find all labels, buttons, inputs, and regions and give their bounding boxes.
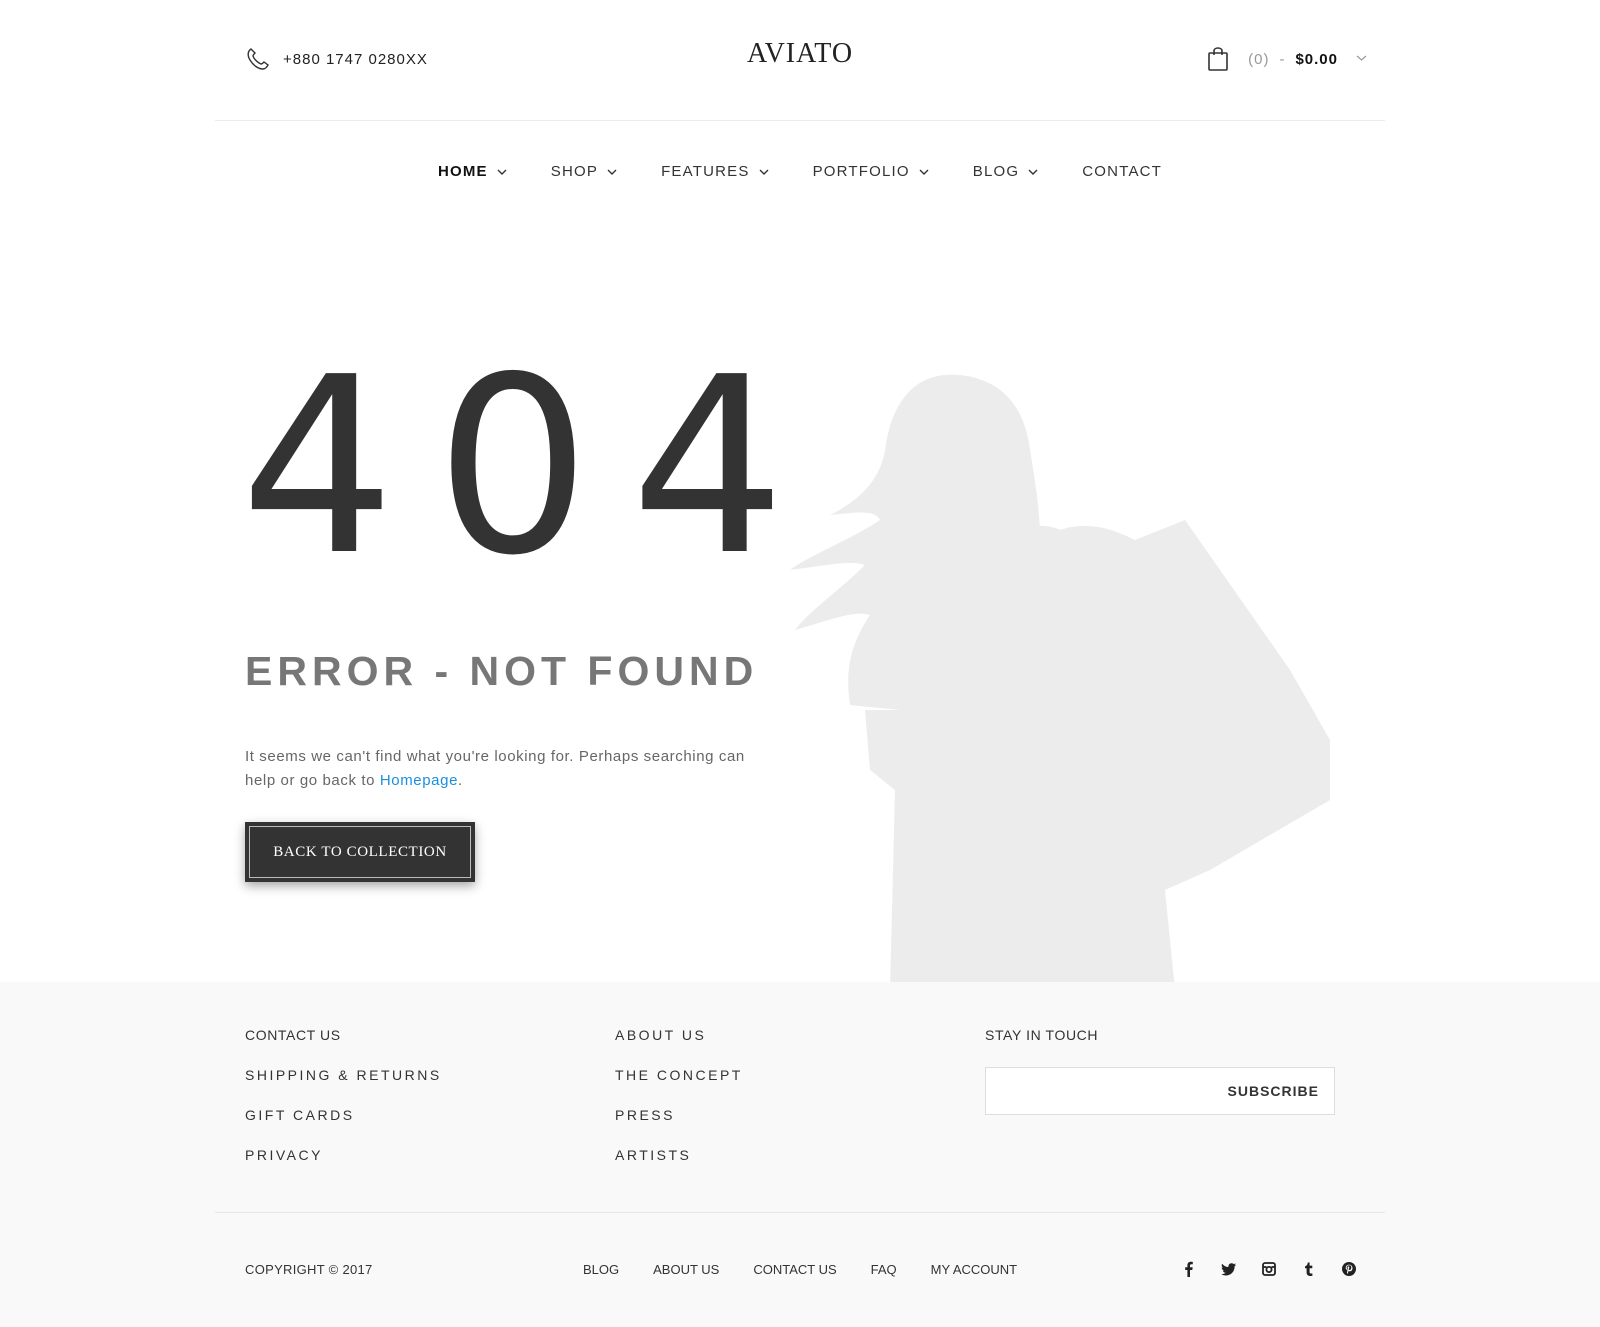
nav-item-home[interactable]: HOME xyxy=(438,163,507,180)
error-description: It seems we can't find what you're looki… xyxy=(245,745,765,793)
error-hero: 404 ERROR - NOT FOUND It seems we can't … xyxy=(0,230,1600,982)
subscribe-form: SUBSCRIBE xyxy=(985,1067,1335,1115)
subscribe-button[interactable]: SUBSCRIBE xyxy=(1222,1082,1334,1100)
footer-link-artists[interactable]: ARTISTS xyxy=(615,1147,985,1187)
back-to-collection-button[interactable]: BACK TO COLLECTION xyxy=(245,822,475,882)
pinterest-icon[interactable] xyxy=(1340,1260,1358,1278)
top-header: +880 1747 0280XX AVIATO (0) - $0.00 xyxy=(215,0,1385,121)
footer-link-the-concept[interactable]: THE CONCEPT xyxy=(615,1067,985,1107)
chevron-down-icon xyxy=(607,169,617,175)
subscribe-email-input[interactable] xyxy=(986,1070,1222,1112)
woman-silhouette-image xyxy=(790,374,1330,982)
bottom-link-about-us[interactable]: ABOUT US xyxy=(653,1262,719,1277)
copyright: COPYRIGHT © 2017 xyxy=(245,1262,373,1277)
main-nav: HOME SHOP FEATURES PORTFOLIO BLOG CONTAC… xyxy=(0,163,1600,180)
bottom-link-blog[interactable]: BLOG xyxy=(583,1262,619,1277)
footer-link-contact-us[interactable]: CONTACT US xyxy=(245,1027,615,1067)
nav-item-contact[interactable]: CONTACT xyxy=(1082,163,1162,180)
footer-bottom: COPYRIGHT © 2017 BLOG ABOUT US CONTACT U… xyxy=(0,1260,1600,1282)
nav-item-label: PORTFOLIO xyxy=(812,163,910,180)
facebook-icon[interactable] xyxy=(1180,1260,1198,1278)
footer-link-shipping-returns[interactable]: SHIPPING & RETURNS xyxy=(245,1067,615,1107)
cart-count: (0) xyxy=(1248,50,1270,68)
nav-item-portfolio[interactable]: PORTFOLIO xyxy=(813,163,929,180)
nav-item-label: HOME xyxy=(437,163,488,180)
footer-bottom-links: BLOG ABOUT US CONTACT US FAQ MY ACCOUNT xyxy=(583,1262,1051,1277)
instagram-icon[interactable] xyxy=(1260,1260,1278,1278)
twitter-icon[interactable] xyxy=(1220,1260,1238,1278)
footer-col-newsletter: STAY IN TOUCH SUBSCRIBE xyxy=(985,1027,1355,1187)
footer-divider xyxy=(215,1212,1385,1213)
chevron-down-icon[interactable] xyxy=(1356,53,1367,65)
cart-separator: - xyxy=(1279,50,1286,68)
footer: CONTACT US SHIPPING & RETURNS GIFT CARDS… xyxy=(0,982,1600,1327)
social-links xyxy=(1180,1260,1358,1278)
footer-col-company: ABOUT US THE CONCEPT PRESS ARTISTS xyxy=(615,1027,985,1187)
bottom-link-contact-us[interactable]: CONTACT US xyxy=(753,1262,836,1277)
nav-item-blog[interactable]: BLOG xyxy=(973,163,1038,180)
error-code: 404 xyxy=(240,325,826,609)
shopping-bag-icon xyxy=(1208,47,1228,71)
nav-item-features[interactable]: FEATURES xyxy=(661,163,769,180)
footer-columns: CONTACT US SHIPPING & RETURNS GIFT CARDS… xyxy=(245,1027,1355,1187)
stay-in-touch-title: STAY IN TOUCH xyxy=(985,1027,1099,1043)
error-title: ERROR - NOT FOUND xyxy=(245,648,759,694)
nav-item-label: FEATURES xyxy=(661,163,750,180)
chevron-down-icon xyxy=(497,169,507,175)
nav-item-shop[interactable]: SHOP xyxy=(551,163,617,180)
cart-total: $0.00 xyxy=(1295,50,1338,68)
nav-item-label: BLOG xyxy=(972,163,1020,180)
chevron-down-icon xyxy=(1028,169,1038,175)
tumblr-icon[interactable] xyxy=(1300,1260,1318,1278)
nav-item-label: CONTACT xyxy=(1082,163,1163,180)
bottom-link-faq[interactable]: FAQ xyxy=(871,1262,897,1277)
bottom-link-my-account[interactable]: MY ACCOUNT xyxy=(931,1262,1017,1277)
footer-link-privacy[interactable]: PRIVACY xyxy=(245,1147,615,1187)
chevron-down-icon xyxy=(919,169,929,175)
footer-link-about-us[interactable]: ABOUT US xyxy=(615,1027,985,1067)
nav-item-label: SHOP xyxy=(550,163,599,180)
back-to-collection-label: BACK TO COLLECTION xyxy=(249,826,471,878)
footer-col-customer: CONTACT US SHIPPING & RETURNS GIFT CARDS… xyxy=(245,1027,615,1187)
footer-link-press[interactable]: PRESS xyxy=(615,1107,985,1147)
error-text-after: . xyxy=(458,772,463,789)
footer-link-gift-cards[interactable]: GIFT CARDS xyxy=(245,1107,615,1147)
error-text-before: It seems we can't find what you're looki… xyxy=(245,748,745,789)
cart-summary[interactable]: (0) - $0.00 xyxy=(1206,46,1367,72)
homepage-link[interactable]: Homepage xyxy=(380,772,458,789)
chevron-down-icon xyxy=(759,169,769,175)
